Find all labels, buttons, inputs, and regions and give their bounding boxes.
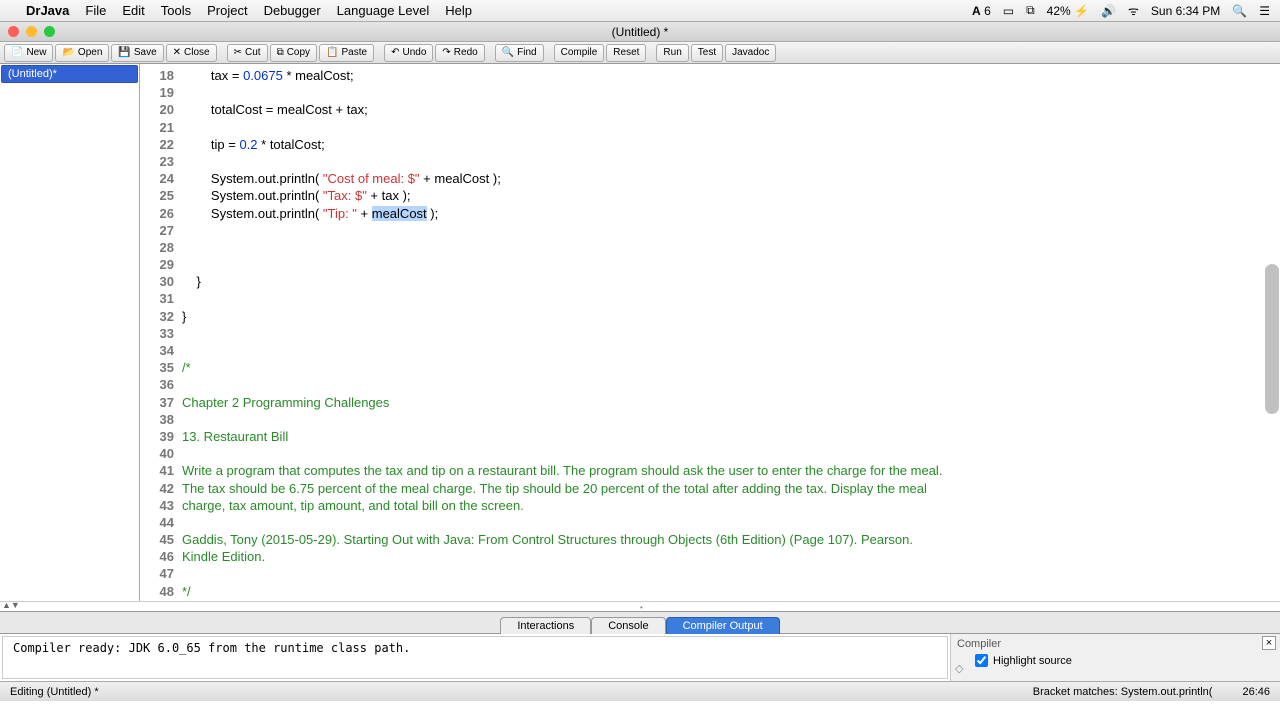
- vertical-scrollbar[interactable]: [1265, 264, 1279, 414]
- open-button[interactable]: 📂Open: [55, 44, 109, 62]
- tab-compiler-output[interactable]: Compiler Output: [666, 617, 780, 634]
- code-editor[interactable]: 1819202122232425262728293031323334353637…: [140, 64, 1280, 601]
- menu-help[interactable]: Help: [445, 3, 472, 18]
- test-button[interactable]: Test: [691, 44, 723, 62]
- traffic-lights: [8, 26, 55, 37]
- paste-icon: 📋: [326, 47, 338, 58]
- highlight-checkbox-input[interactable]: [975, 654, 988, 667]
- statusbar: Editing (Untitled) * Bracket matches: Sy…: [0, 681, 1280, 701]
- save-button[interactable]: 💾Save: [111, 44, 163, 62]
- compiler-output-text: Compiler ready: JDK 6.0_65 from the runt…: [2, 636, 948, 679]
- minimize-window-button[interactable]: [26, 26, 37, 37]
- new-button[interactable]: 📄New: [4, 44, 53, 62]
- display-icon[interactable]: ▭: [1003, 4, 1014, 18]
- battery-icon[interactable]: 42% ⚡: [1047, 4, 1089, 18]
- new-icon: 📄: [11, 47, 23, 58]
- find-button[interactable]: 🔍Find: [495, 44, 544, 62]
- zoom-window-button[interactable]: [44, 26, 55, 37]
- diamond-icon[interactable]: ◇: [955, 662, 963, 675]
- menu-file[interactable]: File: [85, 3, 106, 18]
- copy-button[interactable]: ⧉Copy: [270, 44, 318, 62]
- compiler-header: Compiler: [957, 638, 1274, 650]
- undo-icon: ↶: [391, 47, 399, 58]
- status-bracket: Bracket matches: System.out.println(: [1033, 686, 1213, 698]
- reset-button[interactable]: Reset: [606, 44, 646, 62]
- paste-button[interactable]: 📋Paste: [319, 44, 374, 62]
- open-file-tab[interactable]: (Untitled)*: [1, 65, 138, 83]
- status-left: Editing (Untitled) *: [10, 686, 99, 698]
- line-gutter: 1819202122232425262728293031323334353637…: [140, 64, 182, 601]
- spotlight-icon[interactable]: 🔍: [1232, 4, 1247, 18]
- adobe-icon[interactable]: A 6: [972, 4, 991, 18]
- volume-icon[interactable]: 🔊: [1101, 4, 1116, 18]
- menu-tools[interactable]: Tools: [161, 3, 191, 18]
- file-sidebar: (Untitled)*: [0, 64, 140, 601]
- close-window-button[interactable]: [8, 26, 19, 37]
- bottom-tabs: Interactions Console Compiler Output: [0, 611, 1280, 633]
- splitter[interactable]: ▲▼ •: [0, 601, 1280, 611]
- wifi-icon[interactable]: ᯤ: [1128, 2, 1139, 19]
- macos-menubar: DrJava File Edit Tools Project Debugger …: [0, 0, 1280, 22]
- tab-console[interactable]: Console: [591, 617, 665, 634]
- panel-close-button[interactable]: ×: [1262, 636, 1276, 650]
- toolbar: 📄New 📂Open 💾Save ✕Close ✂Cut ⧉Copy 📋Past…: [0, 42, 1280, 64]
- cut-icon: ✂: [234, 47, 242, 58]
- redo-icon: ↷: [442, 47, 450, 58]
- window-titlebar: (Untitled) *: [0, 22, 1280, 42]
- menu-icon[interactable]: ☰: [1259, 4, 1270, 18]
- clock[interactable]: Sun 6:34 PM: [1151, 4, 1220, 18]
- cut-button[interactable]: ✂Cut: [227, 44, 268, 62]
- menu-debugger[interactable]: Debugger: [264, 3, 321, 18]
- save-icon: 💾: [118, 47, 130, 58]
- highlight-source-checkbox[interactable]: Highlight source: [975, 654, 1274, 667]
- status-pos: 26:46: [1242, 686, 1270, 698]
- window-title: (Untitled) *: [612, 25, 669, 39]
- javadoc-button[interactable]: Javadoc: [725, 44, 776, 62]
- find-icon: 🔍: [502, 47, 514, 58]
- main-area: (Untitled)* 1819202122232425262728293031…: [0, 64, 1280, 601]
- undo-button[interactable]: ↶Undo: [384, 44, 433, 62]
- redo-button[interactable]: ↷Redo: [435, 44, 484, 62]
- close-icon: ✕: [173, 47, 181, 58]
- run-button[interactable]: Run: [656, 44, 688, 62]
- tab-interactions[interactable]: Interactions: [500, 617, 591, 634]
- compiler-panel: × Compiler Highlight source ◇: [950, 634, 1280, 681]
- code-content[interactable]: tax = 0.0675 * mealCost; totalCost = mea…: [182, 64, 1280, 601]
- arrow-icon: ▲▼: [2, 600, 20, 610]
- close-button[interactable]: ✕Close: [166, 44, 217, 62]
- output-area: Compiler ready: JDK 6.0_65 from the runt…: [0, 633, 1280, 681]
- app-name[interactable]: DrJava: [26, 3, 69, 18]
- copy-icon: ⧉: [277, 47, 284, 58]
- menu-language-level[interactable]: Language Level: [337, 3, 430, 18]
- open-icon: 📂: [62, 47, 74, 58]
- menu-edit[interactable]: Edit: [122, 3, 144, 18]
- menu-project[interactable]: Project: [207, 3, 247, 18]
- compile-button[interactable]: Compile: [554, 44, 605, 62]
- dropbox-icon[interactable]: ⧉: [1026, 3, 1035, 18]
